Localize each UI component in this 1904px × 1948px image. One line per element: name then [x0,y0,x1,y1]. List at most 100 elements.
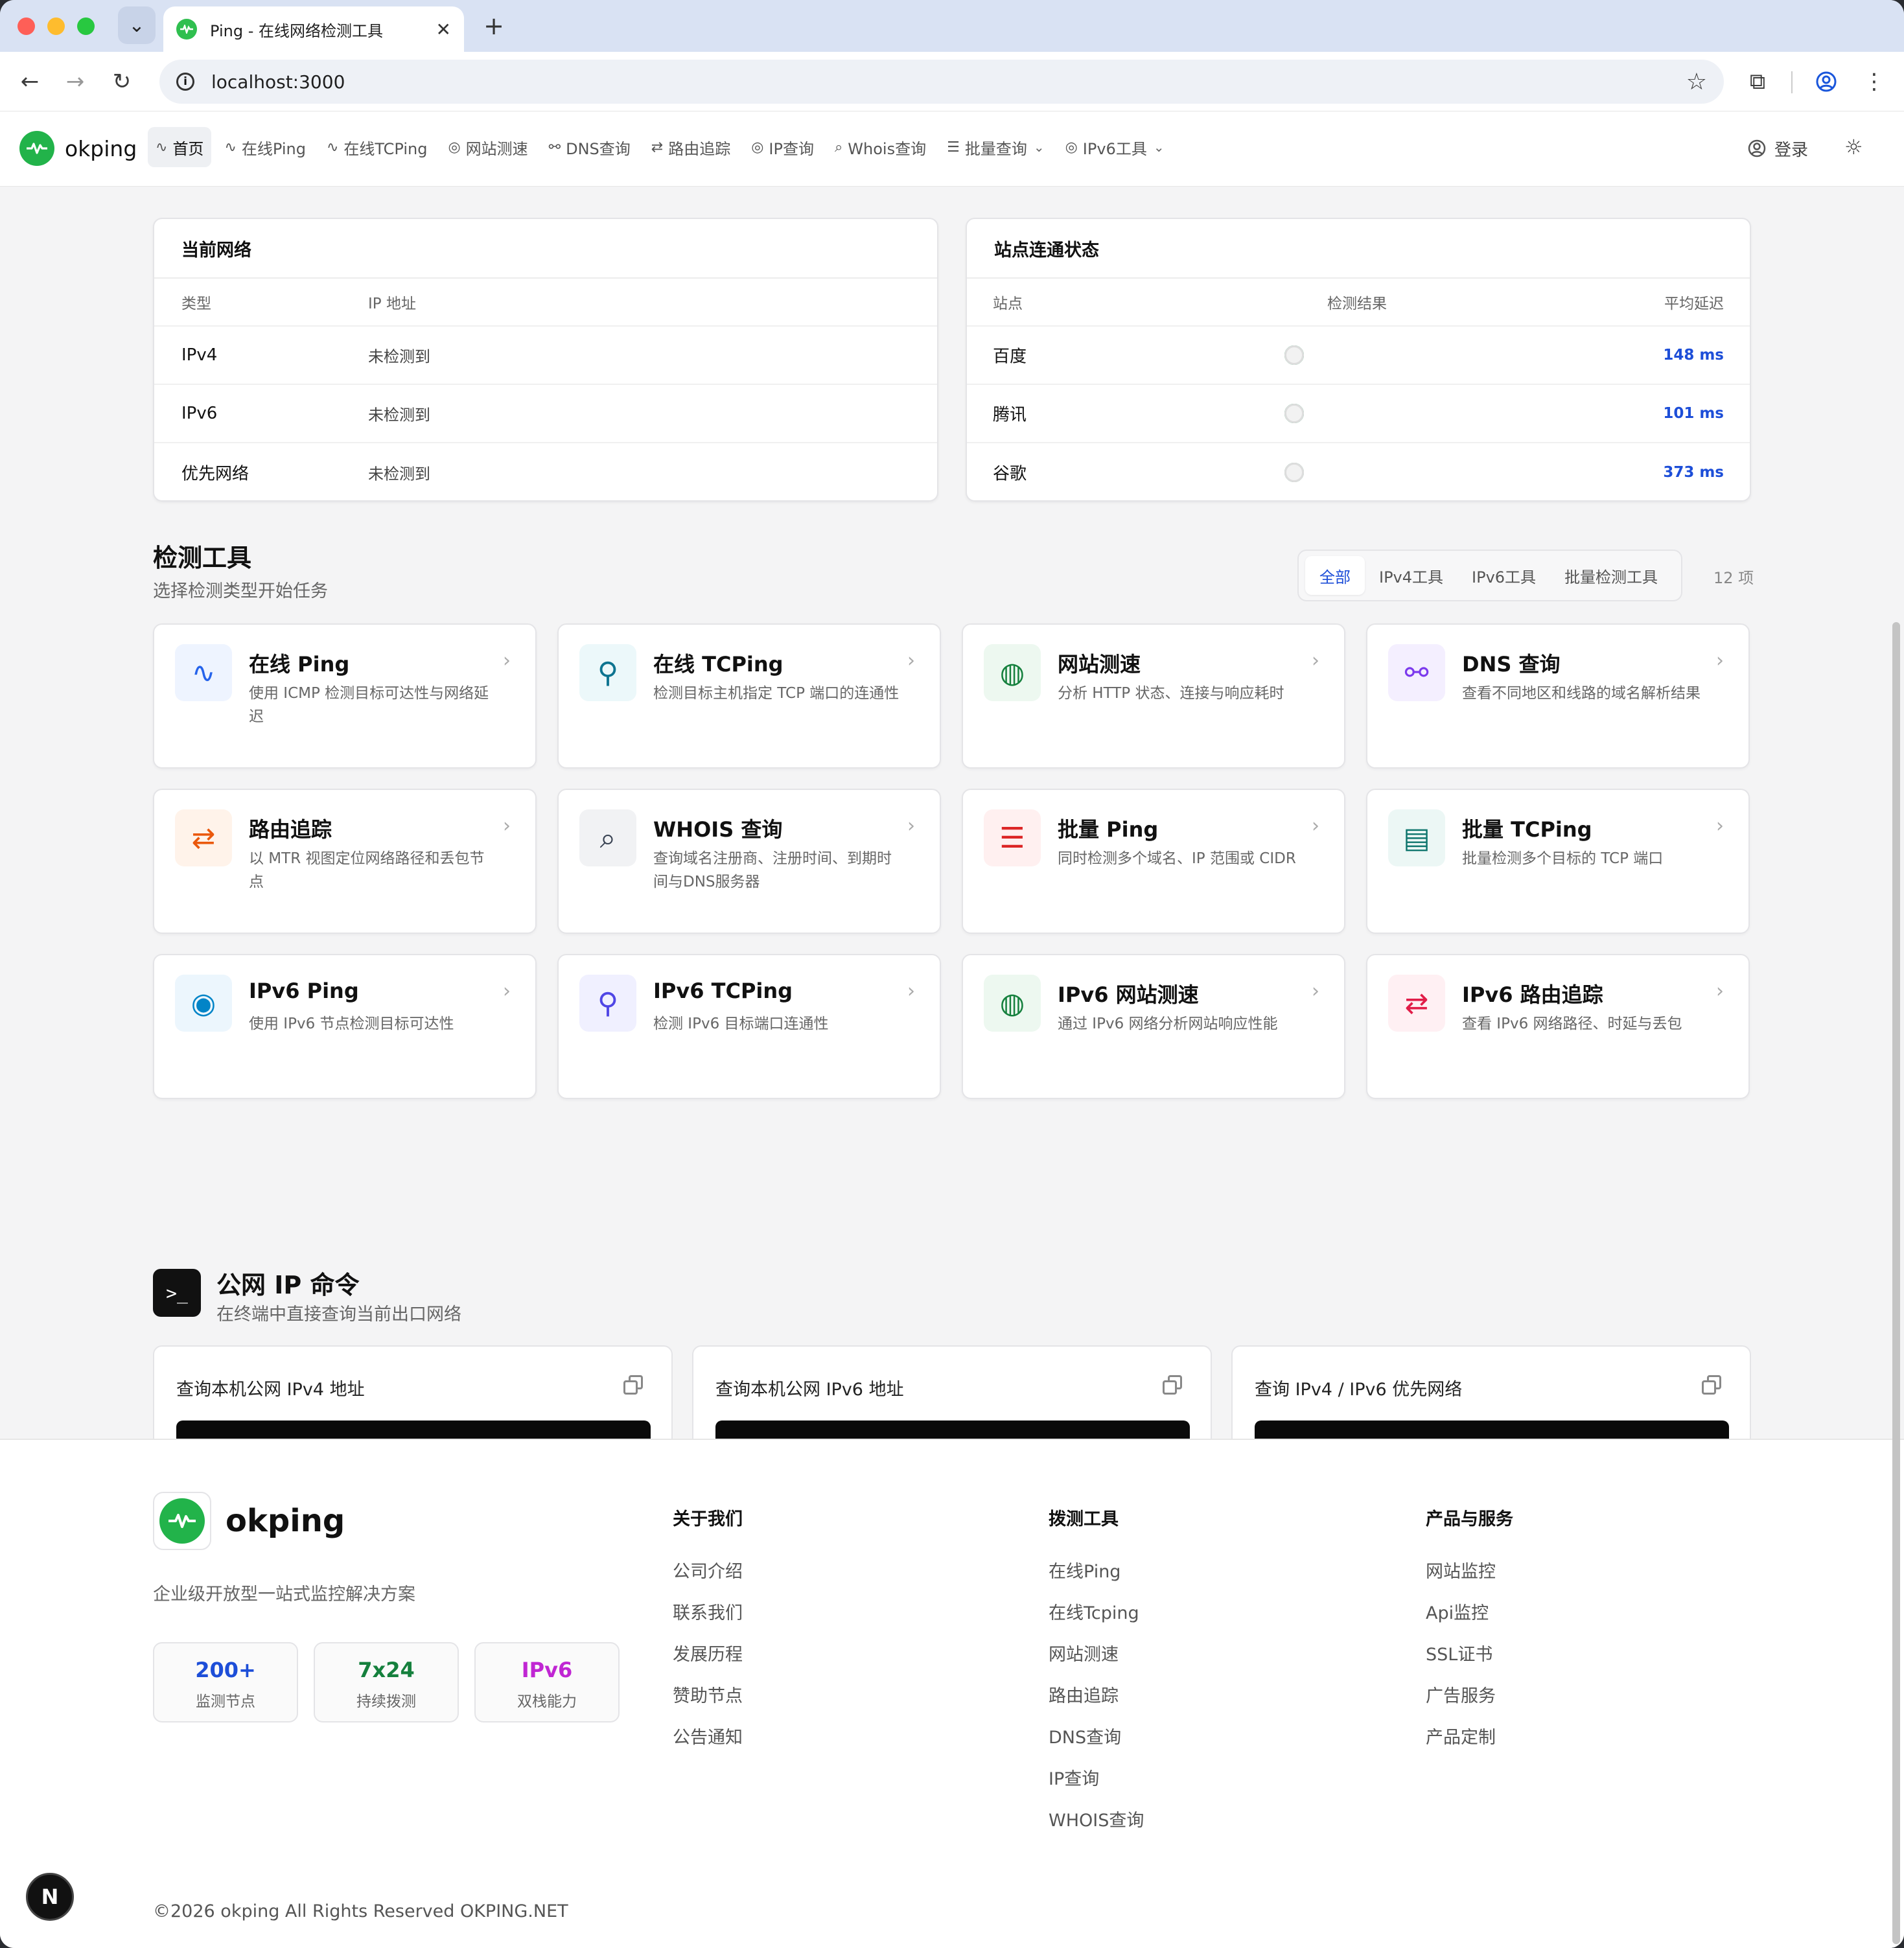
back-button[interactable]: ← [13,65,47,99]
footer-link[interactable]: 网站监控 [1426,1557,1513,1599]
nav-item-8[interactable]: ☰ 批量查询 ⌄ [939,127,1052,167]
tool-card[interactable]: ▤ 批量 TCPing 批量检测多个目标的 TCP 端口 › [1366,789,1750,934]
stat-badge: 7x24 持续拨测 [314,1642,459,1722]
footer-logo[interactable]: okping [153,1492,345,1550]
tool-card[interactable]: ⚯ DNS 查询 查看不同地区和线路的域名解析结果 › [1366,623,1750,769]
tool-card[interactable]: ⚲ IPv6 TCPing 检测 IPv6 目标端口连通性 › [557,954,941,1099]
footer-link[interactable]: 公告通知 [673,1723,743,1765]
footer-link[interactable]: 公司介绍 [673,1557,743,1599]
filter-tab-0[interactable]: 全部 [1305,556,1365,595]
footer-link[interactable]: IP查询 [1049,1765,1144,1806]
maximize-window-button[interactable] [77,17,95,35]
tool-title: IPv6 Ping [249,979,359,1003]
copy-icon[interactable] [623,1375,643,1395]
theme-toggle-sun-icon[interactable]: ☼ [1844,135,1863,159]
chevron-down-icon: ⌄ [1153,139,1165,155]
forward-button[interactable]: → [58,65,92,99]
activity-icon: ∿ [326,139,339,156]
nav-item-1[interactable]: ∿ 在线Ping [216,127,314,167]
tool-card[interactable]: ∿ 在线 Ping 使用 ICMP 检测目标可达性与网络延迟 › [153,623,537,769]
footer-column-title: 关于我们 [673,1509,743,1529]
footer-link[interactable]: 广告服务 [1426,1682,1513,1723]
nav-item-7[interactable]: ⌕ Whois查询 [827,127,934,167]
plug-icon: ⚲ [579,975,636,1032]
tool-title: 在线 Ping [249,652,350,677]
footer-link[interactable]: WHOIS查询 [1049,1806,1144,1848]
profile-icon[interactable] [1809,65,1843,99]
network-type: IPv4 [181,345,218,365]
stat-badge: 200+ 监测节点 [153,1642,298,1722]
footer-link[interactable]: 在线Tcping [1049,1599,1144,1640]
footer-logo-icon [153,1492,211,1550]
search-icon: ⌕ [834,139,843,156]
tool-card[interactable]: ⇄ IPv6 路由追踪 查看 IPv6 网络路径、时延与丢包 › [1366,954,1750,1099]
user-icon [1748,139,1766,157]
tab-search-button[interactable]: ⌄ [118,6,156,44]
tool-card[interactable]: ⚲ 在线 TCPing 检测目标主机指定 TCP 端口的连通性 › [557,623,941,769]
route-icon: ⇄ [175,809,232,866]
route-icon: ⇄ [651,139,664,156]
url-bar[interactable]: i localhost:3000 ☆ [159,60,1724,104]
nav-item-9[interactable]: ◎ IPv6工具 ⌄ [1058,127,1172,167]
new-tab-button[interactable]: + [477,9,511,43]
browser-menu-icon[interactable]: ⋮ [1857,65,1891,99]
stat-value: 7x24 [358,1658,415,1682]
logo-pulse-icon [19,131,54,166]
close-tab-icon[interactable]: ✕ [436,19,451,40]
footer-link[interactable]: SSL证书 [1426,1640,1513,1682]
nav-item-4[interactable]: ⚯ DNS查询 [541,127,638,167]
page-scrollbar[interactable] [1892,622,1900,1944]
activity-icon: ∿ [156,139,168,156]
site-latency: 148 ms [1663,347,1724,364]
site-info-icon[interactable]: i [176,73,194,91]
footer-link[interactable]: 产品定制 [1426,1723,1513,1765]
footer-link[interactable]: Api监控 [1426,1599,1513,1640]
footer-link[interactable]: 在线Ping [1049,1557,1144,1599]
tool-card[interactable]: ⇄ 路由追踪以 MTR 视图定位网络路径和丢包节点 › [153,789,537,934]
tool-desc: 使用 ICMP 检测目标可达性与网络延迟 [249,685,489,725]
footer-link[interactable]: 网站测速 [1049,1640,1144,1682]
nav-item-5[interactable]: ⇄ 路由追踪 [644,127,738,167]
nextjs-dev-badge[interactable]: N [26,1873,74,1921]
site-status-panel: 站点连通状态 站点 检测结果 平均延迟 百度✓✓✓148 ms腾讯✓✓✓101 … [966,218,1751,502]
footer-link[interactable]: 赞助节点 [673,1682,743,1723]
stat-label: 双栈能力 [517,1693,577,1710]
nav-item-3[interactable]: ◎ 网站测速 [440,127,535,167]
copy-icon[interactable] [1702,1375,1721,1395]
nav-item-label: IP查询 [769,139,814,158]
tool-card[interactable]: ☰ 批量 Ping 同时检测多个域名、IP 范围或 CIDR › [962,789,1345,934]
site-logo[interactable]: okping [19,131,137,166]
chevron-right-icon: › [1312,649,1319,672]
extensions-icon[interactable]: ⧉ [1741,65,1774,99]
tool-card[interactable]: ◍ 网站测速 分析 HTTP 状态、连接与响应耗时 › [962,623,1345,769]
nav-item-0[interactable]: ∿ 首页 [148,127,212,167]
reload-button[interactable]: ↻ [105,65,139,99]
copy-icon[interactable] [1163,1375,1182,1395]
route-icon: ⇄ [1388,975,1445,1032]
browser-tab[interactable]: Ping - 在线网络检测工具 ✕ [163,6,464,52]
network-ip: 未检测到 [368,465,430,483]
login-button[interactable]: 登录 [1747,131,1808,166]
col-header-type: 类型 [181,296,211,312]
tool-card[interactable]: ◍ IPv6 网站测速 通过 IPv6 网络分析网站响应性能 › [962,954,1345,1099]
footer-link[interactable]: 发展历程 [673,1640,743,1682]
chevron-right-icon: › [503,980,511,1003]
filter-tab-3[interactable]: 批量检测工具 [1550,556,1672,595]
footer-link[interactable]: DNS查询 [1049,1723,1144,1765]
footer-link[interactable]: 路由追踪 [1049,1682,1144,1723]
tool-title: 路由追踪 [249,817,332,842]
tool-card[interactable]: ◉ IPv6 Ping 使用 IPv6 节点检测目标可达性 › [153,954,537,1099]
footer-column: 产品与服务 网站监控 Api监控 SSL证书 广告服务 产品定制 [1426,1505,1513,1765]
filter-tab-1[interactable]: IPv4工具 [1365,556,1457,595]
close-window-button[interactable] [17,17,35,35]
chevron-down-icon: ⌄ [1033,139,1045,155]
tool-card[interactable]: ⌕ WHOIS 查询 查询域名注册商、注册时间、到期时间与DNS服务器 › [557,789,941,934]
nav-item-6[interactable]: ◎ IP查询 [743,127,822,167]
footer-link[interactable]: 联系我们 [673,1599,743,1640]
filter-tab-2[interactable]: IPv6工具 [1457,556,1550,595]
nav-item-2[interactable]: ∿ 在线TCPing [319,127,435,167]
bookmark-star-icon[interactable]: ☆ [1686,69,1707,95]
minimize-window-button[interactable] [47,17,65,35]
globe-icon: ◎ [1065,139,1078,156]
tool-filter-tabs: 全部 IPv4工具 IPv6工具 批量检测工具 [1297,550,1682,601]
